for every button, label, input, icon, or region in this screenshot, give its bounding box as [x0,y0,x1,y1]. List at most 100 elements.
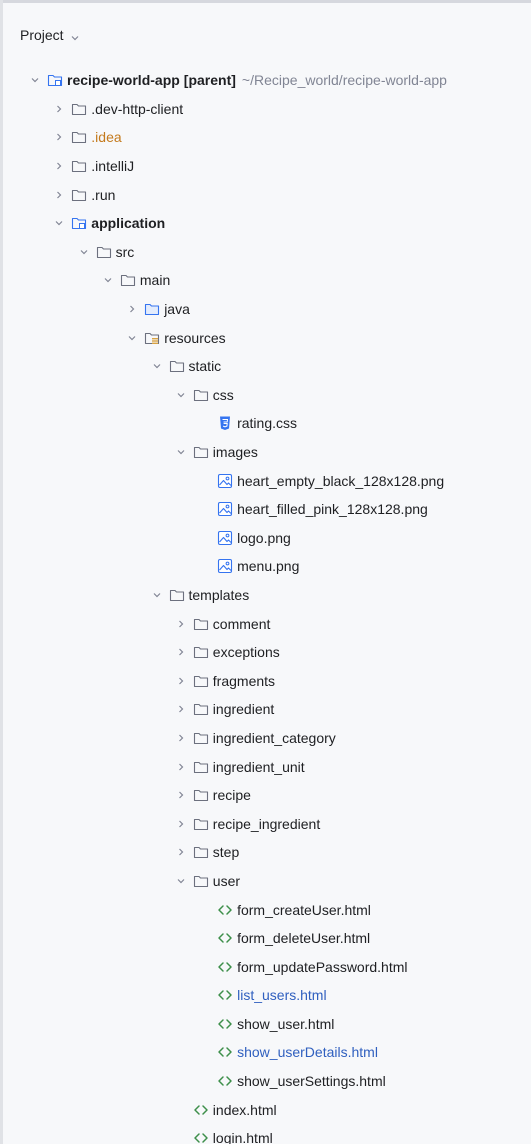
tree-folder-node[interactable]: .idea [0,123,531,152]
tree-node-label: comment [212,615,271,632]
tree-folder-node[interactable]: user [0,867,531,896]
tree-node-label: ingredient_unit [212,758,305,775]
tree-folder-node[interactable]: ingredient [0,695,531,724]
tree-node-label: ingredient [212,701,275,718]
chevron-down-icon [70,30,80,41]
tree-folder-node[interactable]: main [0,266,531,295]
chevron-right-icon[interactable] [125,302,139,316]
tree-file-node[interactable]: show_userDetails.html [0,1038,531,1067]
tree-folder-node[interactable]: recipe_ingredient [0,809,531,838]
tree-node-suffix: [parent] [183,72,236,89]
tree-folder-node[interactable]: java [0,295,531,324]
html-file-icon [217,930,233,946]
chevron-down-icon[interactable] [125,331,139,345]
tree-node-label: .dev-http-client [91,100,184,117]
tree-folder-node[interactable]: .run [0,180,531,209]
chevron-right-icon[interactable] [174,617,188,631]
tree-node-label: recipe-world-app [67,72,180,89]
tree-node-label: fragments [212,672,276,689]
tree-folder-node[interactable]: ingredient_category [0,724,531,753]
chevron-right-icon[interactable] [52,102,66,116]
tree-file-node[interactable]: index.html [0,1095,531,1124]
chevron-down-icon[interactable] [77,245,91,259]
chevron-down-icon[interactable] [150,359,164,373]
chevron-right-icon[interactable] [174,788,188,802]
tree-file-node[interactable]: form_deleteUser.html [0,924,531,953]
tree-node-label: .intelliJ [91,158,135,175]
tree-node-label: show_userSettings.html [237,1073,386,1090]
tree-file-node[interactable]: form_createUser.html [0,895,531,924]
project-view-selector[interactable]: Project [20,24,80,46]
tree-file-node[interactable]: rating.css [0,409,531,438]
tree-folder-node[interactable]: src [0,238,531,267]
chevron-right-icon[interactable] [174,645,188,659]
tree-folder-node[interactable]: ingredient_unit [0,752,531,781]
chevron-right-icon[interactable] [174,674,188,688]
tree-folder-node[interactable]: step [0,838,531,867]
tree-node-label: user [212,872,241,889]
tree-node-path: ~/Recipe_world/recipe-world-app [241,72,447,89]
chevron-right-icon[interactable] [174,702,188,716]
folder-icon [193,701,209,717]
tree-file-node[interactable]: heart_filled_pink_128x128.png [0,495,531,524]
chevron-down-icon[interactable] [28,73,42,87]
folder-icon [193,730,209,746]
chevron-right-icon[interactable] [174,731,188,745]
tree-node-label: recipe [212,787,251,804]
chevron-right-icon[interactable] [174,817,188,831]
chevron-right-icon[interactable] [174,760,188,774]
tree-node-label: form_deleteUser.html [237,930,371,947]
folder-icon [71,187,87,203]
image-file-icon [217,558,233,574]
folder-icon [193,787,209,803]
tree-file-node[interactable]: menu.png [0,552,531,581]
chevron-right-icon[interactable] [174,845,188,859]
folder-icon [71,158,87,174]
tree-folder-node[interactable]: recipe-world-app [parent] ~/Recipe_world/r… [0,66,531,95]
tree-node-label: src [115,243,135,260]
tree-folder-node[interactable]: templates [0,581,531,610]
chevron-right-icon[interactable] [52,159,66,173]
project-tree: recipe-world-app [parent] ~/Recipe_world/r… [0,66,531,1144]
chevron-right-icon[interactable] [52,130,66,144]
tree-folder-node[interactable]: .intelliJ [0,152,531,181]
tree-file-node[interactable]: login.html [0,1124,531,1144]
tree-node-label: logo.png [237,529,291,546]
tree-folder-node[interactable]: static [0,352,531,381]
resources-folder-icon [144,330,160,346]
tree-node-label: .idea [91,129,122,146]
tree-node-label: login.html [212,1130,273,1144]
html-file-icon [217,902,233,918]
image-file-icon [217,473,233,489]
folder-icon [193,873,209,889]
tree-folder-node[interactable]: comment [0,609,531,638]
chevron-down-icon[interactable] [150,588,164,602]
tree-folder-node[interactable]: fragments [0,666,531,695]
tree-folder-node[interactable]: resources [0,323,531,352]
tree-file-node[interactable]: list_users.html [0,981,531,1010]
tree-node-label: exceptions [212,644,280,661]
tree-file-node[interactable]: show_userSettings.html [0,1067,531,1096]
folder-icon [120,272,136,288]
tree-folder-node[interactable]: application [0,209,531,238]
tree-node-label: java [164,301,190,318]
tree-folder-node[interactable]: css [0,381,531,410]
chevron-down-icon[interactable] [174,445,188,459]
tree-file-node[interactable]: logo.png [0,524,531,553]
tree-file-node[interactable]: show_user.html [0,1010,531,1039]
chevron-down-icon[interactable] [174,874,188,888]
html-file-icon [217,1073,233,1089]
tree-node-label: heart_empty_black_128x128.png [237,472,445,489]
tree-folder-node[interactable]: .dev-http-client [0,95,531,124]
chevron-right-icon[interactable] [52,188,66,202]
tree-folder-node[interactable]: recipe [0,781,531,810]
folder-icon [193,644,209,660]
tree-file-node[interactable]: form_updatePassword.html [0,952,531,981]
tree-file-node[interactable]: heart_empty_black_128x128.png [0,466,531,495]
module-folder-icon [71,215,87,231]
chevron-down-icon[interactable] [52,216,66,230]
chevron-down-icon[interactable] [174,388,188,402]
chevron-down-icon[interactable] [101,273,115,287]
tree-folder-node[interactable]: exceptions [0,638,531,667]
tree-folder-node[interactable]: images [0,438,531,467]
